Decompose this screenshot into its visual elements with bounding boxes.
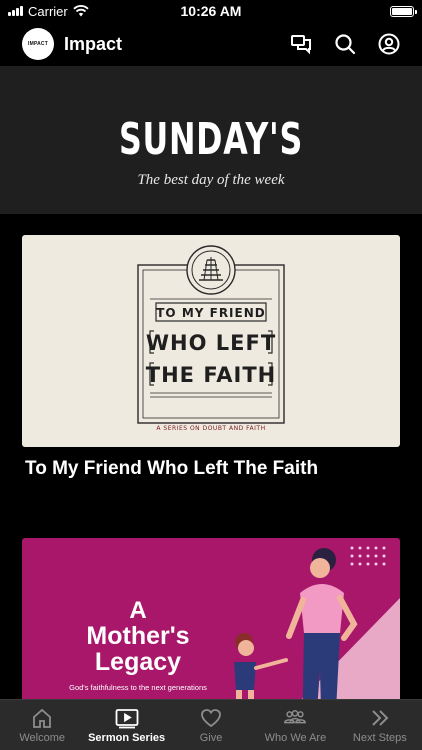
wifi-icon [73,5,89,17]
people-icon [283,707,307,729]
heart-icon [199,707,223,729]
series-artwork[interactable]: TO MY FRIEND WHO LEFT THE FAITH A SERIES… [22,235,400,447]
tab-label: Next Steps [352,732,407,744]
logo-text: IMPACT [28,41,48,47]
tab-label: Sermon Series [88,732,166,744]
art-line-3: THE FAITH [146,363,276,387]
art-line-3: Legacy [95,648,181,676]
status-time: 10:26 AM [180,3,242,19]
art-line-2: WHO LEFT [146,331,276,355]
tab-sermon-series[interactable]: Sermon Series [84,700,168,750]
art-line-2: Mother's [86,622,189,650]
art-line-1: A [129,597,146,624]
tab-who-we-are[interactable]: Who We Are [253,700,337,750]
app-logo[interactable]: IMPACT [22,28,54,60]
nav-bar: IMPACT Impact [0,22,422,66]
tab-next-steps[interactable]: Next Steps [338,700,422,750]
status-left: Carrier [8,4,158,19]
series-title[interactable]: To My Friend Who Left The Faith [22,458,400,480]
status-bar: Carrier 10:26 AM [0,0,422,22]
hero-banner: SUNDAY'S The best day of the week [0,66,422,214]
tab-label: Who We Are [264,732,327,744]
search-icon[interactable] [334,33,356,55]
app-title: Impact [64,33,123,54]
nav-actions [290,33,400,55]
hero-title: SUNDAY'S [118,114,304,165]
tab-label: Give [199,732,223,744]
hero-subtitle: The best day of the week [137,172,285,188]
double-chevron-right-icon [368,707,392,729]
sermon-series-card[interactable]: TO MY FRIEND WHO LEFT THE FAITH A SERIES… [22,235,400,480]
tab-give[interactable]: Give [169,700,253,750]
messages-icon[interactable] [290,33,312,55]
art-line-1: TO MY FRIEND [156,306,265,320]
status-right [264,5,417,17]
account-icon[interactable] [378,33,400,55]
tab-bar: Welcome Sermon Series Give Who We Are Ne… [0,699,422,750]
battery-icon [390,5,417,17]
art-caption: A SERIES ON DOUBT AND FAITH [156,425,265,432]
art-caption: God's faithfulness to the next generatio… [69,683,207,692]
tab-label: Welcome [19,732,66,744]
tab-welcome[interactable]: Welcome [0,700,84,750]
signal-icon [8,6,23,16]
carrier-label: Carrier [28,3,68,19]
video-play-icon [115,707,139,729]
home-icon [30,707,54,729]
